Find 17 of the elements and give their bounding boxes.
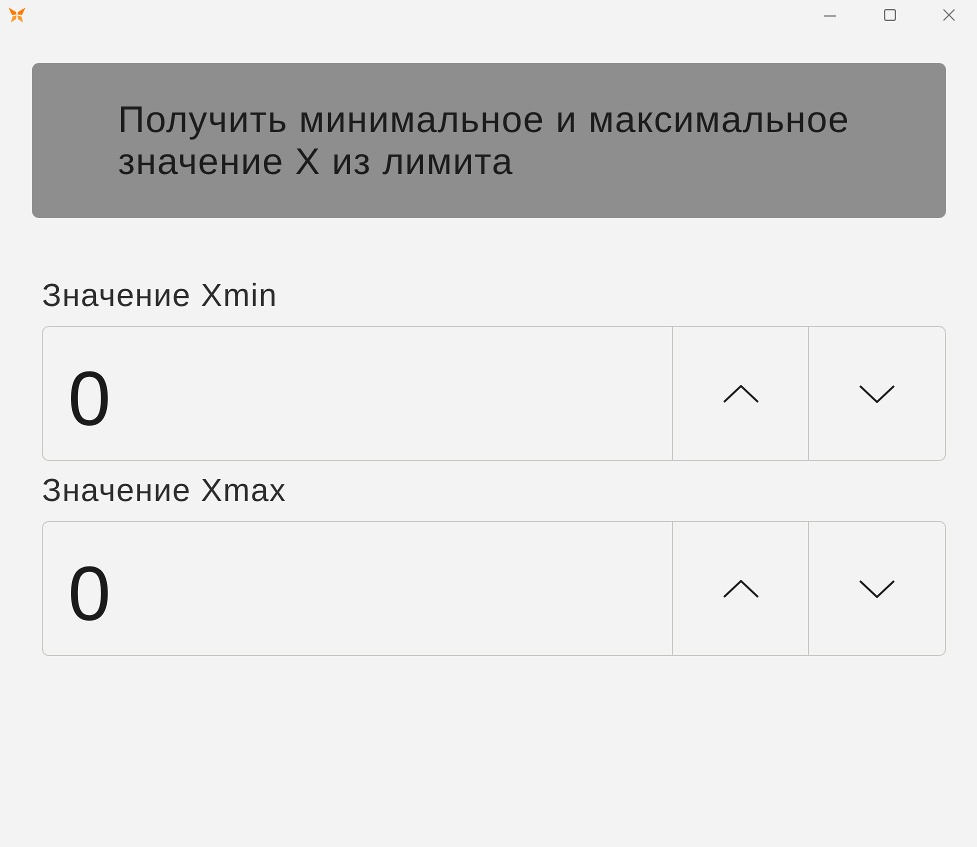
number-field[interactable]: 0	[42, 521, 673, 656]
butterfly-icon	[8, 7, 26, 23]
chevron-down-icon	[859, 384, 895, 402]
maximize-icon[interactable]	[884, 9, 896, 21]
increment-button[interactable]	[673, 521, 809, 656]
decrement-button[interactable]	[809, 521, 946, 656]
minimize-icon[interactable]	[824, 15, 836, 17]
chevron-up-icon	[722, 384, 758, 402]
field-label: Значение Xmax	[42, 472, 286, 508]
chevron-down-icon	[859, 580, 895, 598]
action-button[interactable]: Получить минимальное и максимальное значение X из лимита	[32, 63, 946, 218]
decrement-button[interactable]	[809, 326, 946, 461]
chevron-up-icon	[722, 580, 758, 598]
field-label: Значение Xmin	[42, 277, 278, 313]
close-icon[interactable]	[943, 9, 955, 21]
increment-button[interactable]	[673, 326, 809, 461]
number-field[interactable]: 0	[42, 326, 673, 461]
